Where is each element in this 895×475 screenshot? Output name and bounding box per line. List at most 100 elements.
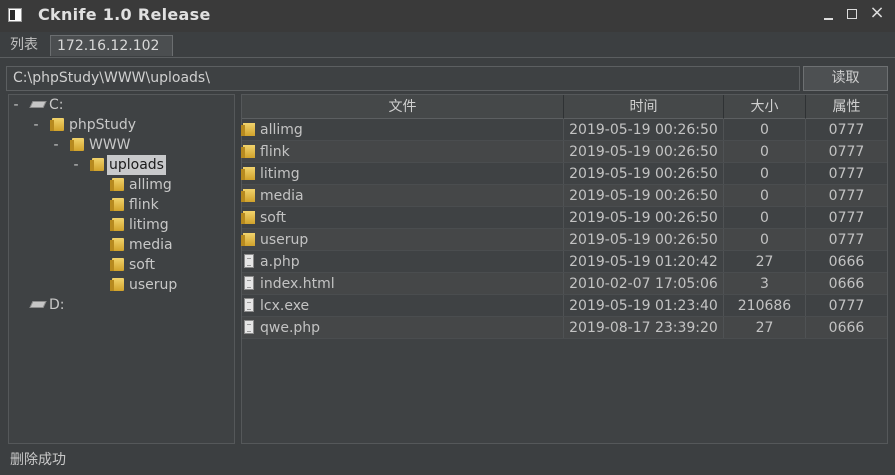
file-time: 2019-05-19 00:26:50 <box>564 185 724 206</box>
folder-icon <box>70 138 84 151</box>
file-time: 2019-05-19 01:20:42 <box>564 251 724 272</box>
file-attr: 0777 <box>828 210 865 226</box>
table-row[interactable]: allimg 2019-05-19 00:26:50 0 0777 <box>241 119 887 141</box>
tree-node-label: phpStudy <box>69 117 137 133</box>
folder-icon <box>241 145 255 158</box>
file-size: 0 <box>724 207 806 228</box>
tree-node-media[interactable]: media <box>9 235 234 255</box>
directory-tree: - C: - phpStudy - WWW - uploads allimg f… <box>8 94 235 444</box>
column-header-time[interactable]: 时间 <box>564 95 724 119</box>
folder-icon <box>241 123 255 136</box>
tree-node-soft[interactable]: soft <box>9 255 234 275</box>
file-size: 0 <box>724 119 806 140</box>
file-icon <box>244 276 254 290</box>
tree-node-c[interactable]: - C: <box>9 95 234 115</box>
table-row[interactable]: flink 2019-05-19 00:26:50 0 0777 <box>241 141 887 163</box>
collapse-toggle-icon[interactable]: - <box>11 95 21 115</box>
table-row[interactable]: soft 2019-05-19 00:26:50 0 0777 <box>241 207 887 229</box>
drive-icon <box>29 101 47 108</box>
app-logo-icon <box>8 8 22 22</box>
tree-node-phpstudy[interactable]: - phpStudy <box>9 115 234 135</box>
tree-node-litimg[interactable]: litimg <box>9 215 234 235</box>
tree-node-www[interactable]: - WWW <box>9 135 234 155</box>
file-name: media <box>260 188 304 204</box>
file-size: 3 <box>724 273 806 294</box>
file-time: 2019-05-19 00:26:50 <box>564 163 724 184</box>
file-size: 27 <box>724 251 806 272</box>
folder-icon <box>110 258 124 271</box>
file-attr: 0777 <box>828 122 865 138</box>
status-text: 删除成功 <box>10 452 66 468</box>
tree-node-flink[interactable]: flink <box>9 195 234 215</box>
file-icon <box>244 320 254 334</box>
column-header-size[interactable]: 大小 <box>724 95 806 119</box>
window-title: Cknife 1.0 Release <box>38 5 211 24</box>
collapse-toggle-icon[interactable]: - <box>51 135 61 155</box>
file-size: 0 <box>724 141 806 162</box>
read-button[interactable]: 读取 <box>803 66 888 91</box>
folder-icon <box>110 278 124 291</box>
table-row[interactable]: userup 2019-05-19 00:26:50 0 0777 <box>241 229 887 251</box>
folder-icon <box>110 178 124 191</box>
tree-node-label-selected: uploads <box>107 155 166 175</box>
minimize-icon[interactable] <box>820 6 838 24</box>
folder-icon <box>110 198 124 211</box>
folder-icon <box>90 158 104 171</box>
tree-node-label: media <box>129 237 173 253</box>
file-size: 27 <box>724 317 806 338</box>
tree-node-d[interactable]: D: <box>9 295 234 315</box>
file-attr: 0777 <box>828 144 865 160</box>
folder-icon <box>110 238 124 251</box>
file-name: a.php <box>260 254 300 270</box>
tab-host[interactable]: 172.16.12.102 <box>50 35 173 56</box>
folder-icon <box>241 167 255 180</box>
table-row[interactable]: index.html 2010-02-07 17:05:06 3 0666 <box>242 273 887 295</box>
file-name: soft <box>260 210 287 226</box>
file-attr: 0777 <box>828 188 865 204</box>
file-attr: 0666 <box>828 276 865 292</box>
tab-list[interactable]: 列表 <box>4 35 44 56</box>
drive-icon <box>29 301 47 308</box>
maximize-icon[interactable] <box>844 6 862 24</box>
tab-bar: 列表 172.16.12.102 <box>0 33 895 58</box>
tree-node-label: allimg <box>129 177 172 193</box>
table-row[interactable]: lcx.exe 2019-05-19 01:23:40 210686 0777 <box>242 295 887 317</box>
file-time: 2019-08-17 23:39:20 <box>564 317 724 338</box>
table-row[interactable]: a.php 2019-05-19 01:20:42 27 0666 <box>242 251 887 273</box>
file-name: index.html <box>260 276 335 292</box>
file-time: 2019-05-19 00:26:50 <box>564 207 724 228</box>
tree-node-label: D: <box>49 297 65 313</box>
file-attr: 0666 <box>828 254 865 270</box>
tree-node-label: WWW <box>89 137 131 153</box>
tree-node-label: soft <box>129 257 156 273</box>
file-size: 0 <box>724 185 806 206</box>
file-attr: 0777 <box>828 166 865 182</box>
file-icon <box>244 254 254 268</box>
folder-icon <box>110 218 124 231</box>
file-size: 0 <box>724 229 806 250</box>
file-time: 2019-05-19 01:23:40 <box>564 295 724 316</box>
tree-node-userup[interactable]: userup <box>9 275 234 295</box>
tree-node-label: C: <box>49 97 64 113</box>
folder-icon <box>241 233 255 246</box>
tree-node-uploads[interactable]: - uploads <box>9 155 234 175</box>
tree-node-label: litimg <box>129 217 169 233</box>
file-size: 210686 <box>724 295 806 316</box>
file-name: qwe.php <box>260 320 321 336</box>
file-attr: 0777 <box>828 232 865 248</box>
file-attr: 0666 <box>828 320 865 336</box>
column-header-name[interactable]: 文件 <box>242 95 564 119</box>
folder-icon <box>50 118 64 131</box>
column-header-attr[interactable]: 属性 <box>806 95 887 119</box>
table-row[interactable]: media 2019-05-19 00:26:50 0 0777 <box>241 185 887 207</box>
table-row[interactable]: qwe.php 2019-08-17 23:39:20 27 0666 <box>242 317 887 339</box>
collapse-toggle-icon[interactable]: - <box>71 155 81 175</box>
close-icon[interactable]: × <box>868 4 886 22</box>
file-icon <box>244 298 254 312</box>
collapse-toggle-icon[interactable]: - <box>31 115 41 135</box>
tree-node-allimg[interactable]: allimg <box>9 175 234 195</box>
table-row[interactable]: litimg 2019-05-19 00:26:50 0 0777 <box>241 163 887 185</box>
path-input[interactable]: C:\phpStudy\WWW\uploads\ <box>6 66 800 91</box>
folder-icon <box>241 189 255 202</box>
file-table: 文件 时间 大小 属性 allimg 2019-05-19 00:26:50 0… <box>241 94 888 444</box>
